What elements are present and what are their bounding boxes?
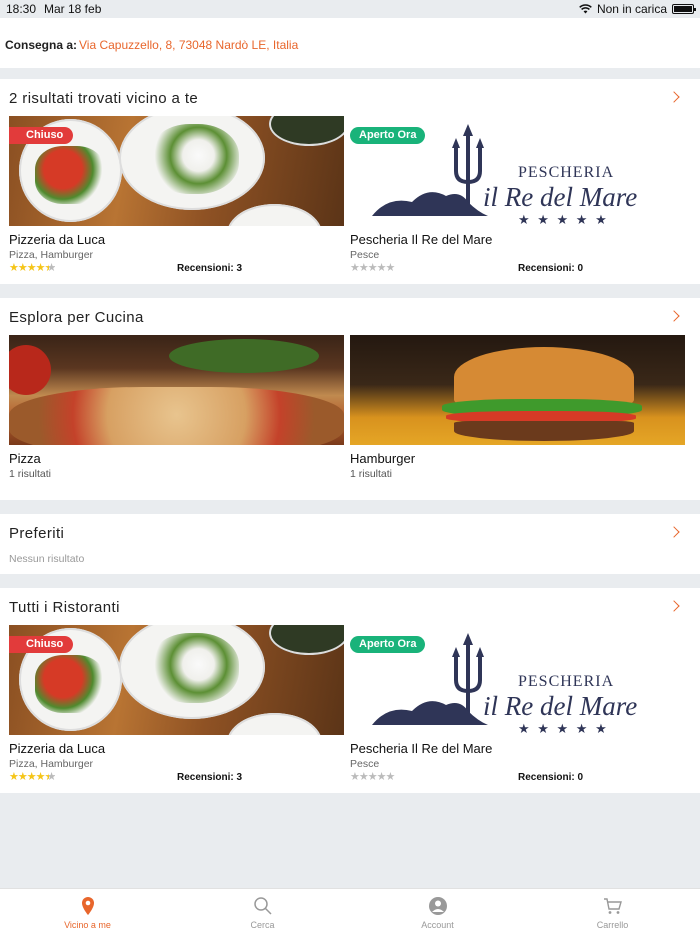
restaurant-image: Chiuso [9,116,344,226]
all-restaurants-section: Tutti i Ristoranti Chiuso Pizzeria da Lu… [0,588,700,793]
status-badge-closed: Chiuso [9,127,74,144]
all-restaurants-title: Tutti i Ristoranti [9,599,120,616]
nearby-chevron-icon[interactable] [668,91,680,103]
restaurant-image: Chiuso [9,625,344,735]
restaurant-cuisine: Pesce [350,249,380,261]
restaurant-card-pizzeria[interactable]: Chiuso Pizzeria da Luca Pizza, Hamburger… [9,116,344,276]
cuisine-count: 1 risultati [9,468,52,480]
reviews-count: Recensioni: 3 [177,772,243,783]
cuisine-title: Esplora per Cucina [9,309,144,326]
search-icon [253,897,272,915]
restaurant-name: Pescheria Il Re del Mare [350,741,493,756]
cuisine-name: Pizza [9,451,41,466]
tab-search[interactable]: Cerca [175,889,350,934]
tab-nearby[interactable]: Vicino a me [0,889,175,934]
tab-account[interactable]: Account [350,889,525,934]
nearby-title: 2 risultati trovati vicino a te [9,90,199,107]
restaurant-image: PESCHERIA il Re del Mare ★ ★ ★ ★ ★ Apert… [350,625,685,735]
restaurant-cuisine: Pesce [350,758,380,770]
tab-cart[interactable]: Carrello [525,889,700,934]
cuisine-name: Hamburger [350,451,416,466]
restaurant-cuisine: Pizza, Hamburger [9,758,94,770]
reviews-count: Recensioni: 3 [177,263,243,274]
rating-stars: ★★★★★ [350,771,395,783]
all-restaurants-chevron-icon[interactable] [668,600,680,612]
battery-icon [672,4,696,14]
delivery-bar[interactable]: Consegna a: Via Capuzzello, 8, 73048 Nar… [0,18,700,68]
logo-line1: PESCHERIA [518,673,615,690]
reviews-count: Recensioni: 0 [518,263,584,274]
cuisine-section: Esplora per Cucina Pizza 1 risultati Ham… [0,298,700,500]
logo-line2: il Re del Mare [483,691,638,721]
wifi-icon [579,4,592,14]
status-badge-open: Aperto Ora [350,636,426,653]
favorites-title: Preferiti [9,525,65,542]
cuisine-chevron-icon[interactable] [668,310,680,322]
reviews-count: Recensioni: 0 [518,772,584,783]
status-badge-open: Aperto Ora [350,127,426,144]
restaurant-image: PESCHERIA il Re del Mare ★ ★ ★ ★ ★ Apert… [350,116,685,226]
logo-line2: il Re del Mare [483,182,638,212]
restaurant-name: Pescheria Il Re del Mare [350,232,493,247]
tab-label: Account [421,920,454,930]
restaurant-card-pescheria[interactable]: PESCHERIA il Re del Mare ★ ★ ★ ★ ★ Apert… [350,625,685,785]
restaurant-name: Pizzeria da Luca [9,232,106,247]
cuisine-card-pizza[interactable]: Pizza 1 risultati [9,335,344,485]
nearby-section: 2 risultati trovati vicino a te Chiuso P… [0,79,700,284]
favorites-section: Preferiti Nessun risultato [0,514,700,574]
rating-stars: ★★★★★★ [9,262,56,274]
tab-label: Cerca [250,920,275,930]
hamburger-image [350,335,685,445]
location-pin-icon [81,897,94,915]
cuisine-card-hamburger[interactable]: Hamburger 1 risultati [350,335,685,485]
status-badge-closed: Chiuso [9,636,74,653]
favorites-chevron-icon[interactable] [668,526,680,538]
status-time: 18:30 [6,2,37,16]
restaurant-card-pescheria[interactable]: PESCHERIA il Re del Mare ★ ★ ★ ★ ★ Apert… [350,116,685,276]
tab-label: Vicino a me [64,920,111,930]
status-date: Mar 18 feb [44,2,102,16]
cuisine-count: 1 risultati [350,468,393,480]
logo-stars: ★ ★ ★ ★ ★ [518,721,609,735]
logo-line1: PESCHERIA [518,164,615,181]
status-bar: 18:30 Mar 18 feb Non in carica [0,0,700,18]
cart-icon [603,898,622,914]
pizza-image [9,335,344,445]
restaurant-cuisine: Pizza, Hamburger [9,249,94,261]
account-icon [428,897,447,915]
rating-stars: ★★★★★ [350,262,395,274]
charging-status: Non in carica [596,2,667,16]
delivery-address[interactable]: Via Capuzzello, 8, 73048 Nardò LE, Itali… [79,38,298,52]
delivery-label: Consegna a: [5,38,78,52]
tab-label: Carrello [596,920,629,930]
tab-bar: Vicino a me Cerca Account Carrello [0,888,700,934]
logo-stars: ★ ★ ★ ★ ★ [518,212,609,226]
rating-stars: ★★★★★★ [9,771,56,783]
favorites-empty-text: Nessun risultato [9,553,85,565]
restaurant-name: Pizzeria da Luca [9,741,106,756]
restaurant-card-pizzeria[interactable]: Chiuso Pizzeria da Luca Pizza, Hamburger… [9,625,344,785]
